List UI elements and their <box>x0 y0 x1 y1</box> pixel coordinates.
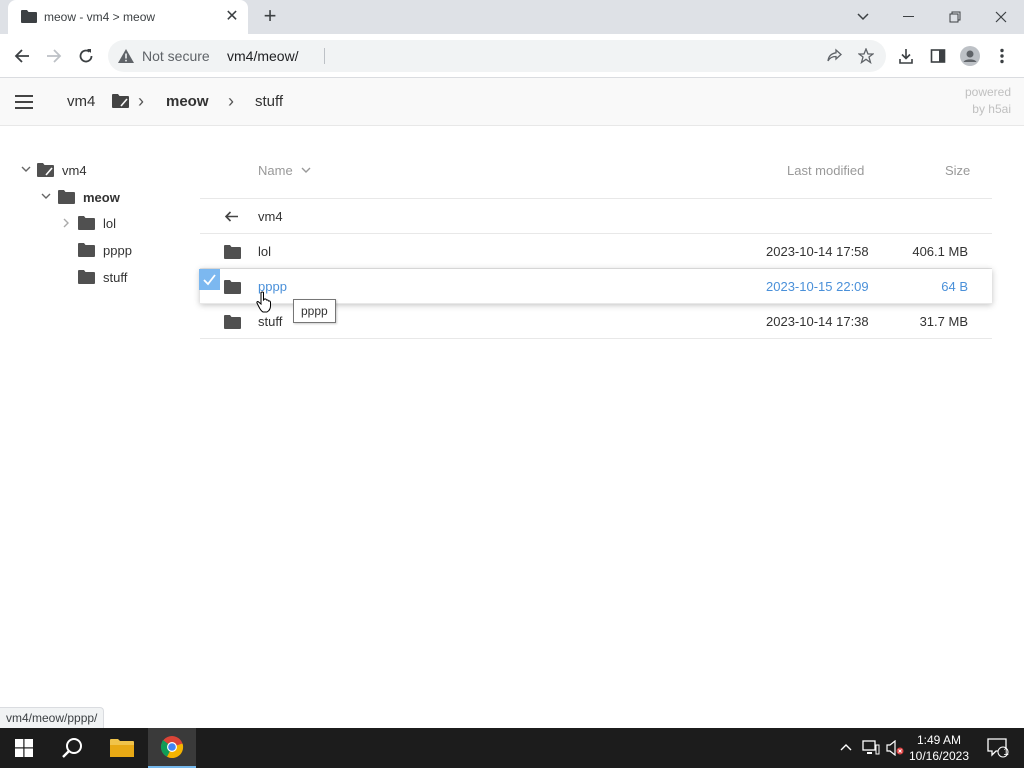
close-window-icon[interactable] <box>978 0 1024 34</box>
minimize-icon[interactable] <box>886 0 932 34</box>
checkmark-icon <box>203 274 216 286</box>
tree-item-meow[interactable]: meow <box>83 190 120 205</box>
chevron-right-icon[interactable] <box>63 218 70 228</box>
start-button[interactable] <box>0 728 48 768</box>
file-size: 64 B <box>941 279 968 294</box>
download-icon[interactable] <box>892 42 920 70</box>
file-explorer-icon <box>110 739 134 757</box>
close-tab-icon[interactable]: ✕ <box>222 7 242 27</box>
tab-title: meow - vm4 > meow <box>44 10 156 24</box>
file-name[interactable]: stuff <box>258 314 282 329</box>
omnibox-separator <box>324 48 325 64</box>
breadcrumb-stuff[interactable]: stuff <box>255 93 283 110</box>
network-icon[interactable] <box>862 740 880 756</box>
clock-date: 10/16/2023 <box>908 749 970 763</box>
folder-icon <box>224 245 241 259</box>
warning-icon <box>118 49 134 63</box>
h5ai-topbar: vm4 › meow › stuff powered by h5ai <box>0 78 1024 126</box>
menu-dots-icon[interactable] <box>988 42 1016 70</box>
windows-taskbar: 1:49 AM 10/16/2023 1 <box>0 728 1024 768</box>
selection-checkbox[interactable] <box>199 269 220 290</box>
reload-icon[interactable] <box>72 42 100 70</box>
profile-avatar-icon[interactable] <box>956 42 984 70</box>
powered-line2: by h5ai <box>972 102 1011 116</box>
notification-count: 1 <box>1003 747 1009 758</box>
parent-folder-row[interactable]: vm4 <box>200 199 992 234</box>
breadcrumb-vm4[interactable]: vm4 <box>67 93 95 110</box>
back-arrow-icon <box>224 211 238 222</box>
parent-folder-label: vm4 <box>258 209 283 224</box>
tree-item-stuff[interactable]: stuff <box>103 270 127 285</box>
new-tab-button[interactable]: + <box>258 5 282 29</box>
address-bar[interactable]: Not secure vm4/meow/ <box>108 40 886 72</box>
file-modified: 2023-10-14 17:38 <box>766 314 869 329</box>
file-name[interactable]: lol <box>258 244 271 259</box>
home-folder-icon <box>37 163 54 177</box>
hand-cursor-icon <box>256 291 271 313</box>
hover-tooltip: pppp <box>293 299 336 323</box>
security-label[interactable]: Not secure <box>142 48 210 64</box>
browser-toolbar: Not secure vm4/meow/ <box>0 34 1024 78</box>
folder-icon <box>224 315 241 329</box>
home-folder-icon[interactable] <box>112 94 129 108</box>
share-icon[interactable] <box>826 48 842 64</box>
folder-icon <box>224 280 241 294</box>
forward-arrow-icon[interactable] <box>40 42 68 70</box>
file-size: 31.7 MB <box>919 314 968 329</box>
column-header-size[interactable]: Size <box>945 163 970 178</box>
restore-icon[interactable] <box>932 0 978 34</box>
sort-chevron-down-icon[interactable] <box>301 167 311 174</box>
folder-icon <box>58 190 75 204</box>
url-text[interactable]: vm4/meow/ <box>227 48 299 64</box>
table-row[interactable]: lol 2023-10-14 17:58 406.1 MB <box>200 234 992 269</box>
column-header-modified[interactable]: Last modified <box>787 163 864 178</box>
file-modified: 2023-10-14 17:58 <box>766 244 869 259</box>
notification-center-button[interactable]: 1 <box>978 728 1018 768</box>
chevron-right-icon: › <box>228 91 234 111</box>
search-icon <box>62 738 82 758</box>
file-size: 406.1 MB <box>912 244 968 259</box>
hamburger-menu-icon[interactable] <box>15 95 33 109</box>
powered-by-h5ai[interactable]: powered by h5ai <box>965 84 1011 118</box>
side-panel-icon[interactable] <box>924 42 952 70</box>
chrome-taskbar-button[interactable] <box>148 728 196 768</box>
search-button[interactable] <box>48 728 96 768</box>
chevron-down-icon[interactable] <box>21 166 31 173</box>
windows-logo-icon <box>15 739 33 757</box>
volume-muted-icon[interactable] <box>886 740 904 756</box>
chevron-down-icon[interactable] <box>41 193 51 200</box>
browser-tab[interactable]: meow - vm4 > meow ✕ <box>8 0 248 34</box>
row-divider <box>200 338 992 339</box>
powered-line1: powered <box>964 85 1011 99</box>
folder-icon <box>78 270 95 284</box>
clock-time: 1:49 AM <box>916 733 962 747</box>
status-url-bar: vm4/meow/pppp/ <box>0 707 105 728</box>
breadcrumb-meow[interactable]: meow <box>166 93 209 110</box>
folder-icon <box>21 10 37 23</box>
folder-icon <box>78 216 95 230</box>
chevron-right-icon: › <box>138 91 144 111</box>
tab-search-icon[interactable] <box>840 0 886 34</box>
tree-item-pppp[interactable]: pppp <box>103 243 132 258</box>
file-explorer-button[interactable] <box>98 728 146 768</box>
chevron-up-icon[interactable] <box>840 743 852 751</box>
tree-item-vm4[interactable]: vm4 <box>62 163 87 178</box>
back-arrow-icon[interactable] <box>8 42 36 70</box>
column-header-name[interactable]: Name <box>258 163 293 178</box>
folder-icon <box>78 243 95 257</box>
file-modified: 2023-10-15 22:09 <box>766 279 869 294</box>
taskbar-clock[interactable]: 1:49 AM 10/16/2023 <box>906 732 972 764</box>
tab-strip: meow - vm4 > meow ✕ + <box>0 0 1024 34</box>
tree-item-lol[interactable]: lol <box>103 216 116 231</box>
chrome-icon <box>160 736 184 759</box>
bookmark-star-icon[interactable] <box>858 48 874 64</box>
